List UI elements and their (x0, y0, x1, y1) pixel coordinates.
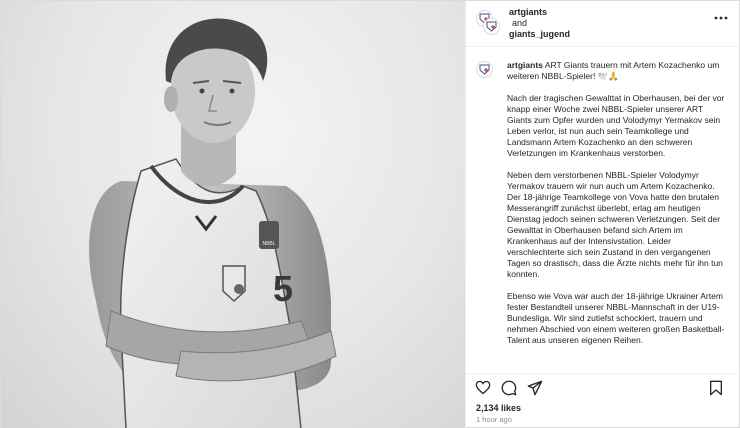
instagram-post: 5 NBBL artgiants and giants_jugend artgi… (0, 0, 740, 428)
player-portrait: 5 NBBL (89, 18, 337, 428)
more-options-button[interactable] (713, 13, 729, 23)
share-icon (527, 380, 543, 395)
username-artgiants[interactable]: artgiants (509, 7, 570, 18)
like-button[interactable] (474, 379, 492, 397)
shield-logo-icon (486, 21, 497, 32)
share-button[interactable] (526, 379, 544, 397)
username-giants-jugend[interactable]: giants_jugend (509, 29, 570, 40)
caption-paragraph: Nach der tragischen Gewalttat in Oberhau… (507, 93, 725, 158)
comment-icon (501, 380, 517, 395)
collab-usernames: artgiants and giants_jugend (509, 7, 570, 40)
avatar[interactable] (483, 18, 500, 35)
post-caption: artgiants ART Giants trauern mit Artem K… (466, 47, 739, 373)
likes-count[interactable]: 2,134 likes (466, 401, 739, 415)
caption-username[interactable]: artgiants (507, 60, 543, 70)
caption-paragraph: Ebenso wie Vova war auch der 18-jährige … (507, 291, 725, 345)
post-header: artgiants and giants_jugend (466, 1, 739, 47)
more-horizontal-icon (714, 16, 728, 20)
action-bar (466, 373, 739, 401)
comment-button[interactable] (500, 379, 518, 397)
shield-logo-icon (479, 64, 490, 75)
avatar[interactable] (476, 61, 493, 78)
svg-text:NBBL: NBBL (262, 241, 275, 247)
post-timestamp[interactable]: 1 hour ago (466, 415, 739, 428)
caption-paragraph: Neben dem verstorbenen NBBL-Spieler Volo… (507, 170, 723, 279)
caption-text: artgiants ART Giants trauern mit Artem K… (507, 60, 725, 373)
collab-avatars[interactable] (476, 10, 502, 38)
heart-icon (475, 380, 491, 395)
bookmark-icon (710, 380, 722, 396)
conjunction-text: and (512, 18, 528, 28)
post-side-panel: artgiants and giants_jugend artgiants AR… (465, 1, 739, 428)
post-photo[interactable]: 5 NBBL (1, 1, 465, 428)
save-button[interactable] (707, 379, 725, 397)
jersey-number: 5 (273, 268, 293, 309)
